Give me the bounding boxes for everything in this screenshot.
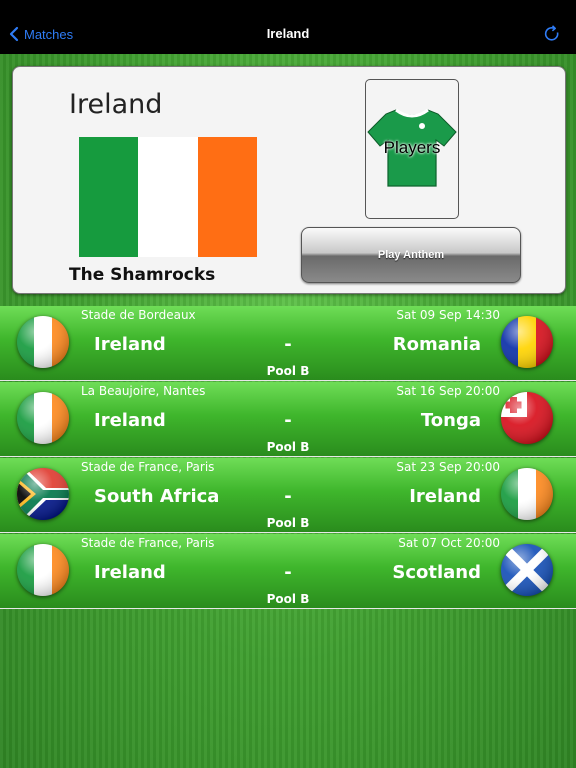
players-button[interactable]: Players — [365, 79, 459, 219]
versus-separator: - — [284, 562, 292, 583]
versus-separator: - — [284, 486, 292, 507]
match-row[interactable]: Stade de France, Paris Sat 07 Oct 20:00 … — [0, 534, 576, 609]
flag-stripe-green — [79, 137, 139, 257]
versus-separator: - — [284, 334, 292, 355]
match-venue: La Beaujoire, Nantes — [81, 384, 206, 398]
match-pool: Pool B — [266, 364, 310, 378]
match-datetime: Sat 23 Sep 20:00 — [396, 460, 500, 474]
away-team: Tonga — [420, 410, 481, 431]
match-pool: Pool B — [266, 440, 310, 454]
team-name: Ireland — [69, 89, 163, 120]
match-row[interactable]: Stade de France, Paris Sat 23 Sep 20:00 … — [0, 458, 576, 533]
scotland-flag-icon — [501, 544, 553, 596]
match-venue: Stade de France, Paris — [81, 536, 215, 550]
away-team: Romania — [392, 334, 481, 355]
match-datetime: Sat 07 Oct 20:00 — [398, 536, 500, 550]
page-title: Ireland — [266, 26, 310, 41]
flag-stripe-orange — [197, 137, 257, 257]
team-card: Ireland The Shamrocks Players Play Anthe… — [12, 66, 566, 294]
match-row[interactable]: Stade de Bordeaux Sat 09 Sep 14:30 Irela… — [0, 306, 576, 381]
away-team: Ireland — [409, 486, 481, 507]
match-row[interactable]: La Beaujoire, Nantes Sat 16 Sep 20:00 Ir… — [0, 382, 576, 457]
versus-separator: - — [284, 410, 292, 431]
match-datetime: Sat 09 Sep 14:30 — [396, 308, 500, 322]
play-anthem-label: Play Anthem — [377, 249, 445, 261]
navigation-bar: Matches Ireland — [0, 0, 576, 54]
match-datetime: Sat 16 Sep 20:00 — [396, 384, 500, 398]
away-team: Scotland — [392, 562, 481, 583]
flag-stripe-white — [138, 137, 198, 257]
match-pool: Pool B — [266, 592, 310, 606]
tonga-flag-icon — [501, 392, 553, 444]
match-venue: Stade de Bordeaux — [81, 308, 196, 322]
ireland-flag-icon — [79, 137, 257, 257]
match-list: Stade de Bordeaux Sat 09 Sep 14:30 Irela… — [0, 306, 576, 610]
team-nickname: The Shamrocks — [69, 265, 216, 285]
match-pool: Pool B — [266, 516, 310, 530]
play-anthem-button[interactable]: Play Anthem — [301, 227, 521, 283]
romania-flag-icon — [501, 316, 553, 368]
match-venue: Stade de France, Paris — [81, 460, 215, 474]
players-label: Players — [383, 138, 441, 157]
refresh-icon[interactable] — [542, 24, 562, 44]
ireland-flag-icon — [501, 468, 553, 520]
